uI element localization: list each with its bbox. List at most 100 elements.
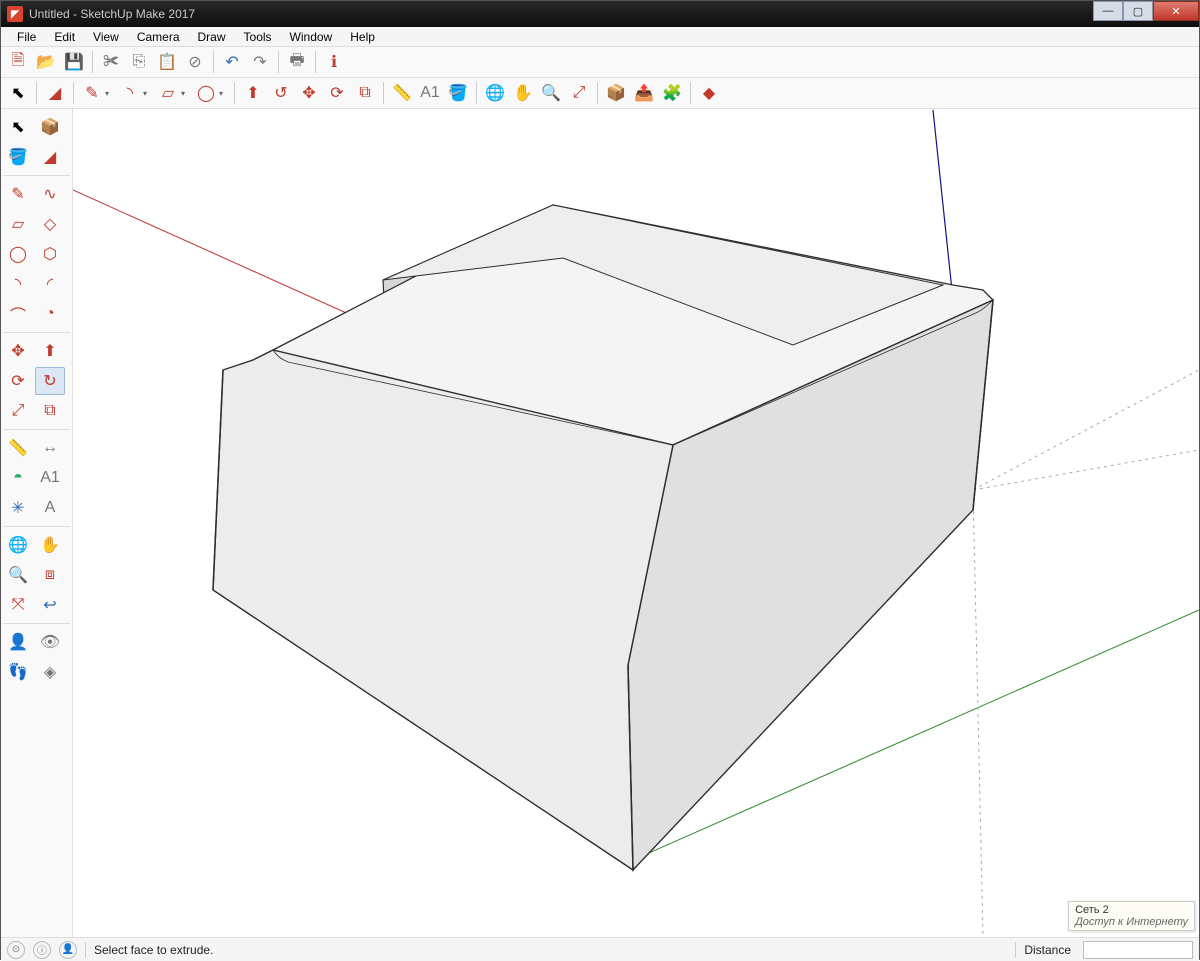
push-pull-button[interactable]: ⬆ [240, 80, 266, 106]
select-tool[interactable]: ⬉ [3, 113, 33, 141]
text-tool[interactable]: A1 [35, 464, 65, 492]
standard-toolbar: 🗎📂💾 ✀⎘📋⊘ ↶↷ 🖶 ℹ [1, 47, 1199, 78]
section-tool[interactable]: ◈ [35, 658, 65, 686]
axes-tool[interactable]: ✳ [3, 494, 33, 522]
zoom-extents-button[interactable]: ⤢ [566, 80, 592, 106]
rotate-tool[interactable]: ⟳ [3, 367, 33, 395]
network-name: Сеть 2 [1075, 904, 1188, 916]
position-camera-tool[interactable]: 👤 [3, 628, 33, 656]
push-pull-tool[interactable]: ⬆ [35, 337, 65, 365]
menu-help[interactable]: Help [342, 28, 383, 46]
signin-icon[interactable]: 👤 [59, 941, 77, 959]
arc-2pt-tool[interactable]: ◜ [35, 270, 65, 298]
dimension-tool[interactable]: ↔ [35, 434, 65, 462]
walk-tool[interactable]: 👣 [3, 658, 33, 686]
print-button[interactable]: 🖶 [284, 49, 310, 75]
move-tool[interactable]: ✥ [3, 337, 33, 365]
separator [278, 51, 279, 73]
text-button[interactable]: A1 [417, 80, 443, 106]
line-tool[interactable]: ✎ [3, 180, 33, 208]
geo-location-icon[interactable]: ⊙ [7, 941, 25, 959]
menu-edit[interactable]: Edit [46, 28, 83, 46]
freehand-tool[interactable]: ∿ [35, 180, 65, 208]
model-info-button[interactable]: ℹ [321, 49, 347, 75]
eraser-button[interactable]: ◢ [42, 80, 68, 106]
pan-tool[interactable]: ✋ [35, 531, 65, 559]
rotate-button[interactable]: ⟳ [324, 80, 350, 106]
zoom-button[interactable]: 🔍 [538, 80, 564, 106]
protractor-tool[interactable]: ◓ [3, 464, 33, 492]
layout-button[interactable]: ◆ [696, 80, 722, 106]
offset-tool[interactable]: ⧉ [35, 397, 65, 425]
measurement-input[interactable] [1083, 941, 1193, 959]
tape-measure-button[interactable]: 📏 [389, 80, 415, 106]
network-status: Доступ к Интернету [1075, 916, 1188, 928]
maximize-button[interactable]: ▢ [1123, 1, 1153, 21]
select-button[interactable]: ⬉ [5, 80, 31, 106]
minimize-button[interactable]: — [1093, 1, 1123, 21]
move-button[interactable]: ✥ [296, 80, 322, 106]
side-toolbar: ⬉📦🪣◢✎∿▱◇◯⬡◝◜⌒◔✥⬆⟳↻⤢⧉📏↔◓A1✳A🌐✋🔍⧈⤧↩👤👁👣◈ [1, 109, 73, 937]
polygon-tool[interactable]: ⬡ [35, 240, 65, 268]
separator [1015, 942, 1016, 958]
menu-file[interactable]: File [9, 28, 44, 46]
rectangle-button[interactable]: ▱ [155, 80, 181, 106]
zoom-extents-tool[interactable]: ⤧ [3, 591, 33, 619]
menu-bar: File Edit View Camera Draw Tools Window … [1, 27, 1199, 47]
scale-tool[interactable]: ⤢ [3, 397, 33, 425]
close-button[interactable]: ✕ [1153, 1, 1199, 21]
rectangle-dropdown-icon[interactable]: ▾ [181, 89, 191, 98]
zoom-tool[interactable]: 🔍 [3, 561, 33, 589]
rotated-rect-tool[interactable]: ◇ [35, 210, 65, 238]
undo-button[interactable]: ↶ [219, 49, 245, 75]
menu-view[interactable]: View [85, 28, 127, 46]
zoom-window-tool[interactable]: ⧈ [35, 561, 65, 589]
separator [85, 942, 86, 958]
previous-tool[interactable]: ↩ [35, 591, 65, 619]
paint-bucket-button[interactable]: 🪣 [445, 80, 471, 106]
arc-tool[interactable]: ◝ [3, 270, 33, 298]
arc-button[interactable]: ◝ [117, 80, 143, 106]
viewport-3d[interactable] [73, 109, 1199, 937]
pan-button[interactable]: ✋ [510, 80, 536, 106]
separator [383, 82, 384, 104]
warehouse-get-button[interactable]: 📦 [603, 80, 629, 106]
menu-draw[interactable]: Draw [190, 28, 234, 46]
menu-camera[interactable]: Camera [129, 28, 188, 46]
new-from-template-button[interactable]: 🗎 [5, 49, 31, 75]
arc-3pt-tool[interactable]: ⌒ [3, 300, 33, 328]
circle-dropdown-icon[interactable]: ▾ [219, 89, 229, 98]
3d-text-tool[interactable]: A [35, 494, 65, 522]
cut-button[interactable]: ✀ [98, 49, 124, 75]
tape-measure-tool[interactable]: 📏 [3, 434, 33, 462]
separator [690, 82, 691, 104]
separator [234, 82, 235, 104]
redo-button[interactable]: ↷ [247, 49, 273, 75]
extension-warehouse-button[interactable]: 🧩 [659, 80, 685, 106]
delete-button[interactable]: ⊘ [182, 49, 208, 75]
warehouse-share-button[interactable]: 📤 [631, 80, 657, 106]
arc-dropdown-icon[interactable]: ▾ [143, 89, 153, 98]
look-around-tool[interactable]: 👁 [35, 628, 65, 656]
open-button[interactable]: 📂 [33, 49, 59, 75]
eraser-tool[interactable]: ◢ [35, 143, 65, 171]
follow-me-button[interactable]: ↺ [268, 80, 294, 106]
orbit-button[interactable]: 🌐 [482, 80, 508, 106]
orbit-tool[interactable]: 🌐 [3, 531, 33, 559]
paste-button[interactable]: 📋 [154, 49, 180, 75]
offset-button[interactable]: ⧉ [352, 80, 378, 106]
copy-button[interactable]: ⎘ [126, 49, 152, 75]
follow-me-tool[interactable]: ↻ [35, 367, 65, 395]
line-dropdown-icon[interactable]: ▾ [105, 89, 115, 98]
circle-tool[interactable]: ◯ [3, 240, 33, 268]
circle-button[interactable]: ◯ [193, 80, 219, 106]
save-button[interactable]: 💾 [61, 49, 87, 75]
pie-tool[interactable]: ◔ [35, 300, 65, 328]
rectangle-tool[interactable]: ▱ [3, 210, 33, 238]
menu-window[interactable]: Window [282, 28, 341, 46]
credits-icon[interactable]: ⓘ [33, 941, 51, 959]
component-tool[interactable]: 📦 [35, 113, 65, 141]
paint-bucket-tool[interactable]: 🪣 [3, 143, 33, 171]
line-button[interactable]: ✎ [79, 80, 105, 106]
menu-tools[interactable]: Tools [236, 28, 280, 46]
